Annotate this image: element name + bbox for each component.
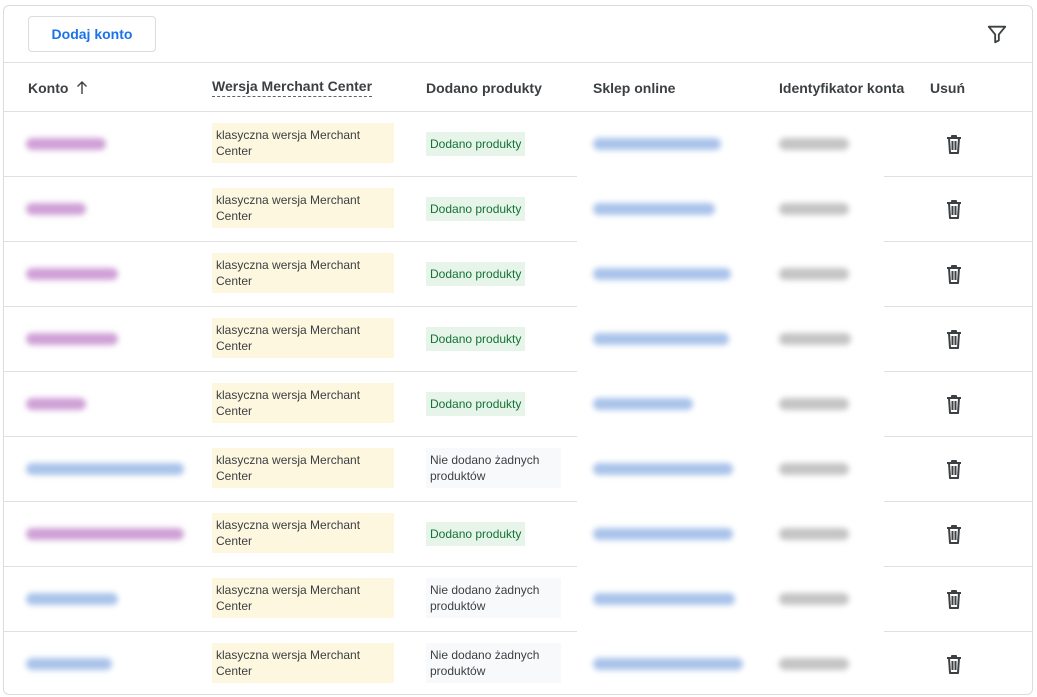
version-badge: klasyczna wersja Merchant Center xyxy=(212,643,394,683)
account-name-link[interactable] xyxy=(26,138,106,150)
trash-icon[interactable] xyxy=(944,588,964,610)
table-row: klasyczna wersja Merchant Center Nie doda… xyxy=(4,632,1032,694)
column-delete: Usuń xyxy=(930,63,965,112)
trash-icon[interactable] xyxy=(944,328,964,350)
store-url-link[interactable] xyxy=(593,268,731,280)
products-status-badge: Dodano produkty xyxy=(426,327,526,351)
trash-icon[interactable] xyxy=(944,263,964,285)
account-id xyxy=(779,528,849,540)
account-id xyxy=(779,398,849,410)
account-id xyxy=(779,658,849,670)
table-row: klasyczna wersja Merchant Center Dodano p… xyxy=(4,307,1032,372)
account-name-link[interactable] xyxy=(26,593,118,605)
account-id xyxy=(779,593,849,605)
account-name-link[interactable] xyxy=(26,203,86,215)
account-name-link[interactable] xyxy=(26,333,118,345)
account-id xyxy=(779,203,849,215)
store-url-link[interactable] xyxy=(593,138,721,150)
version-badge: klasyczna wersja Merchant Center xyxy=(212,448,394,488)
products-status-badge: Dodano produkty xyxy=(426,522,526,546)
trash-icon[interactable] xyxy=(944,653,964,675)
toolbar: Dodaj konto xyxy=(4,6,1032,63)
accounts-card: Dodaj konto Konto Wersja Merchant Center… xyxy=(3,5,1033,695)
table-header: Konto Wersja Merchant Center Dodano prod… xyxy=(4,63,1032,112)
arrow-up-icon[interactable] xyxy=(76,80,88,95)
version-badge: klasyczna wersja Merchant Center xyxy=(212,123,394,163)
account-id xyxy=(779,268,849,280)
column-delete-label: Usuń xyxy=(930,79,965,96)
store-url-link[interactable] xyxy=(593,398,693,410)
store-url-link[interactable] xyxy=(593,203,715,215)
table-row: klasyczna wersja Merchant Center Dodano p… xyxy=(4,242,1032,307)
column-store-label: Sklep online xyxy=(593,79,676,96)
products-status-badge: Dodano produkty xyxy=(426,392,526,416)
filter-icon[interactable] xyxy=(986,23,1008,45)
trash-icon[interactable] xyxy=(944,523,964,545)
trash-icon[interactable] xyxy=(944,198,964,220)
products-status-badge: Nie dodano żadnych produktów xyxy=(426,643,561,683)
column-products[interactable]: Dodano produkty xyxy=(426,63,542,112)
version-badge: klasyczna wersja Merchant Center xyxy=(212,253,394,293)
column-id[interactable]: Identyfikator konta xyxy=(779,63,904,112)
version-badge: klasyczna wersja Merchant Center xyxy=(212,188,394,228)
store-url-link[interactable] xyxy=(593,528,733,540)
version-badge: klasyczna wersja Merchant Center xyxy=(212,578,394,618)
products-status-badge: Dodano produkty xyxy=(426,132,526,156)
column-version-label: Wersja Merchant Center xyxy=(212,78,373,97)
store-url-link[interactable] xyxy=(593,333,729,345)
column-account-label: Konto xyxy=(28,79,69,96)
table-row: klasyczna wersja Merchant Center Dodano p… xyxy=(4,177,1032,242)
table-row: klasyczna wersja Merchant Center Nie doda… xyxy=(4,567,1032,632)
account-name-link[interactable] xyxy=(26,268,118,280)
trash-icon[interactable] xyxy=(944,393,964,415)
table-row: klasyczna wersja Merchant Center Nie doda… xyxy=(4,437,1032,502)
products-status-badge: Nie dodano żadnych produktów xyxy=(426,578,561,618)
account-id xyxy=(779,333,851,345)
products-status-badge: Dodano produkty xyxy=(426,262,526,286)
store-url-link[interactable] xyxy=(593,463,733,475)
table-row: klasyczna wersja Merchant Center Dodano p… xyxy=(4,502,1032,567)
account-name-link[interactable] xyxy=(26,658,112,670)
column-store[interactable]: Sklep online xyxy=(593,63,675,112)
store-url-link[interactable] xyxy=(593,658,743,670)
account-name-link[interactable] xyxy=(26,398,86,410)
trash-icon[interactable] xyxy=(944,133,964,155)
column-products-label: Dodano produkty xyxy=(426,79,542,96)
account-id xyxy=(779,463,849,475)
products-status-badge: Nie dodano żadnych produktów xyxy=(426,448,561,488)
account-id xyxy=(779,138,849,150)
store-url-link[interactable] xyxy=(593,593,735,605)
version-badge: klasyczna wersja Merchant Center xyxy=(212,513,394,553)
account-name-link[interactable] xyxy=(26,528,184,540)
column-version[interactable]: Wersja Merchant Center xyxy=(212,63,373,112)
column-id-label: Identyfikator konta xyxy=(779,79,905,96)
table-row: klasyczna wersja Merchant Center Dodano p… xyxy=(4,112,1032,177)
table-row: klasyczna wersja Merchant Center Dodano p… xyxy=(4,372,1032,437)
column-account[interactable]: Konto xyxy=(28,63,88,112)
add-account-button[interactable]: Dodaj konto xyxy=(28,16,156,52)
version-badge: klasyczna wersja Merchant Center xyxy=(212,383,394,423)
version-badge: klasyczna wersja Merchant Center xyxy=(212,318,394,358)
account-name-link[interactable] xyxy=(26,463,184,475)
trash-icon[interactable] xyxy=(944,458,964,480)
products-status-badge: Dodano produkty xyxy=(426,197,526,221)
